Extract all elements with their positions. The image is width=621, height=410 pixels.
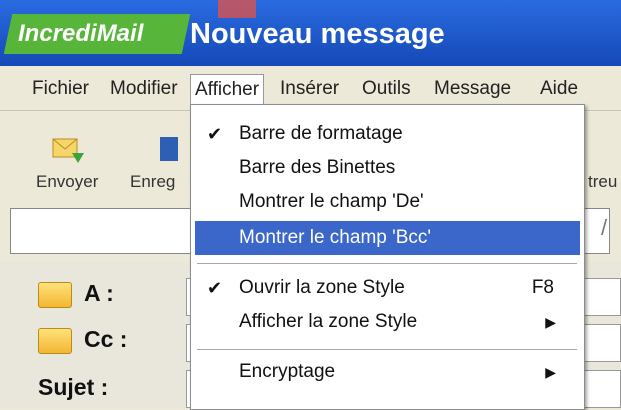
menu-item-barre-des-binettes[interactable]: Barre des Binettes <box>191 151 584 185</box>
menu-aide[interactable]: Aide <box>536 76 582 102</box>
menu-afficher[interactable]: Afficher <box>190 74 265 105</box>
submenu-arrow-icon: ▶ <box>545 314 556 330</box>
contacts-icon[interactable] <box>38 282 72 308</box>
menu-item-label: Barre des Binettes <box>239 157 396 178</box>
check-icon: ✔ <box>207 278 223 298</box>
menu-item-barre-de-formatage[interactable]: ✔ Barre de formatage <box>191 117 584 151</box>
check-icon: ✔ <box>207 124 223 144</box>
brand-text: IncrediMail <box>18 20 144 47</box>
menu-item-label: Encryptage <box>239 361 336 382</box>
subject-label: Sujet : <box>38 374 109 400</box>
menu-item-label: Montrer le champ 'De' <box>239 191 424 212</box>
save-button[interactable]: Enreg <box>130 172 175 192</box>
menu-item-champ-bcc[interactable]: Montrer le champ 'Bcc' <box>195 221 580 255</box>
menu-item-label: Montrer le champ 'Bcc' <box>239 227 432 248</box>
menu-separator <box>197 263 577 264</box>
menu-modifier[interactable]: Modifier <box>106 76 182 102</box>
menu-item-label: Afficher la zone Style <box>239 311 418 332</box>
menu-message[interactable]: Message <box>430 76 515 102</box>
menu-item-label: Barre de formatage <box>239 123 403 144</box>
toolbar-right-label[interactable]: treu <box>588 172 617 192</box>
save-icon[interactable] <box>160 135 180 165</box>
menu-fichier[interactable]: Fichier <box>28 76 93 102</box>
menu-outils[interactable]: Outils <box>358 76 415 102</box>
menu-item-label: Ouvrir la zone Style <box>239 277 405 298</box>
send-icon[interactable] <box>52 135 86 165</box>
pointer-arrow-icon <box>218 0 256 18</box>
afficher-dropdown-menu: ✔ Barre de formatage Barre des Binettes … <box>190 104 585 410</box>
menu-item-champ-de[interactable]: Montrer le champ 'De' <box>191 185 584 219</box>
submenu-arrow-icon: ▶ <box>545 364 556 380</box>
menu-inserer[interactable]: Insérer <box>276 76 343 102</box>
contacts-icon[interactable] <box>38 328 72 354</box>
incredimail-logo: IncrediMail <box>3 14 191 54</box>
menu-item-afficher-zone-style[interactable]: Afficher la zone Style ▶ <box>191 305 584 339</box>
window-title: Nouveau message <box>190 18 445 50</box>
divider-mark: / <box>601 215 608 240</box>
shortcut-label: F8 <box>531 277 554 298</box>
menu-item-ouvrir-zone-style[interactable]: ✔ Ouvrir la zone Style F8 <box>191 271 584 305</box>
cc-label: Cc : <box>84 326 128 352</box>
menu-item-encryptage[interactable]: Encryptage ▶ <box>191 355 584 389</box>
send-button[interactable]: Envoyer <box>36 172 98 192</box>
title-bar: IncrediMail Nouveau message <box>0 0 621 66</box>
menu-separator <box>197 349 577 350</box>
to-label: A : <box>84 280 114 306</box>
